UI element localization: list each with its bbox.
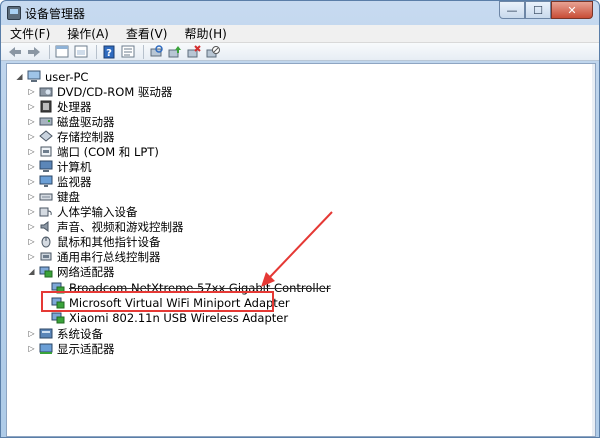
toolbar-separator: [143, 44, 144, 59]
menu-bar: 文件(F) 操作(A) 查看(V) 帮助(H): [1, 25, 599, 43]
toolbar-separator: [96, 44, 97, 59]
update-driver-icon[interactable]: [167, 44, 183, 60]
menu-file[interactable]: 文件(F): [1, 25, 58, 43]
maximize-button[interactable]: ☐: [525, 1, 551, 19]
window-title: 设备管理器: [25, 6, 86, 21]
view-icon[interactable]: [120, 44, 136, 60]
device-manager-icon: [7, 6, 21, 20]
properties-icon[interactable]: [54, 44, 70, 60]
device-tree: ◢ user-PC ▷ DVD/CD-ROM 驱动器 ▷ 处理器 ▷ 磁盘驱动器…: [7, 64, 595, 436]
device-tree-panel: ◢ user-PC ▷ DVD/CD-ROM 驱动器 ▷ 处理器 ▷ 磁盘驱动器…: [6, 63, 596, 437]
forward-icon[interactable]: [26, 44, 42, 60]
annotation-arrow: [261, 211, 333, 287]
scan-hardware-icon[interactable]: [148, 44, 164, 60]
title-bar[interactable]: 设备管理器 — ☐ ✕: [1, 1, 599, 25]
toolbar: ?: [1, 43, 599, 61]
disable-icon[interactable]: [205, 44, 221, 60]
window-controls: — ☐ ✕: [499, 1, 593, 20]
device-manager-window: 设备管理器 — ☐ ✕ 文件(F) 操作(A) 查看(V) 帮助(H) ? ◢ …: [0, 0, 600, 438]
svg-text:?: ?: [106, 48, 112, 59]
menu-view[interactable]: 查看(V): [117, 25, 176, 43]
menu-help[interactable]: 帮助(H): [175, 25, 234, 43]
minimize-button[interactable]: —: [499, 1, 525, 19]
close-button[interactable]: ✕: [551, 1, 593, 19]
right-edge: [592, 64, 595, 436]
help-icon[interactable]: ?: [101, 44, 117, 60]
back-icon[interactable]: [7, 44, 23, 60]
uninstall-icon[interactable]: [186, 44, 202, 60]
show-hide-icon[interactable]: [73, 44, 89, 60]
menu-action[interactable]: 操作(A): [58, 25, 117, 43]
toolbar-separator: [49, 44, 50, 59]
